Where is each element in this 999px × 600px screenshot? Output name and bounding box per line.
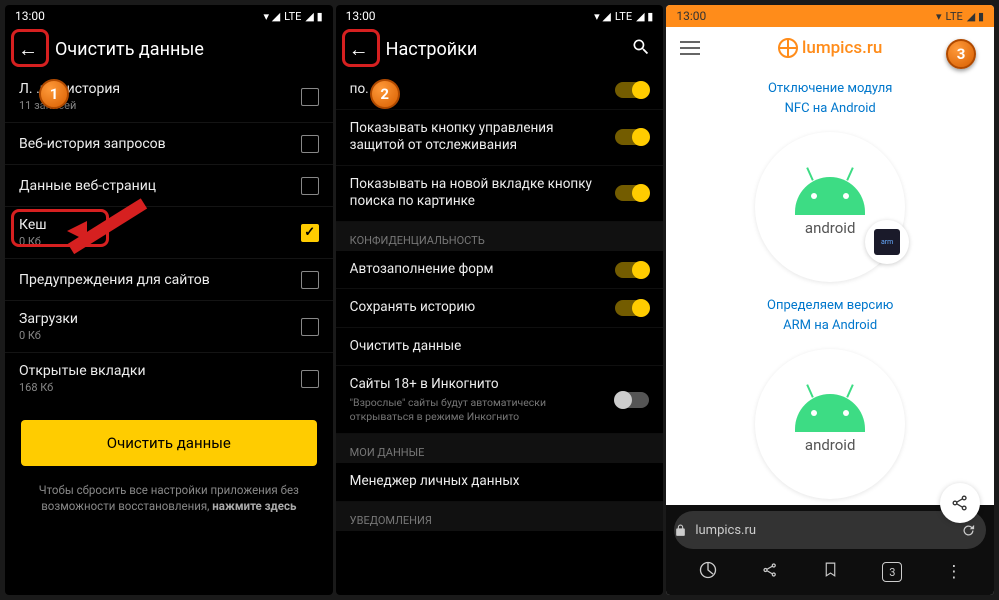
reload-icon[interactable] bbox=[961, 523, 976, 538]
item-downloads[interactable]: Загрузки0 Кб bbox=[5, 301, 333, 353]
status-time: 13:00 bbox=[15, 9, 45, 23]
item-autofill[interactable]: Автозаполнение форм bbox=[336, 251, 664, 290]
toggle[interactable] bbox=[615, 185, 649, 201]
article-link-nfc[interactable]: Отключение модуляNFC на Android bbox=[768, 79, 892, 118]
item-save-history[interactable]: Сохранять историю bbox=[336, 289, 664, 328]
page-title: Настройки bbox=[386, 39, 478, 60]
item-adult-incognito[interactable]: Сайты 18+ в Инкогнито"Взрослые" сайты бу… bbox=[336, 366, 664, 434]
checkbox[interactable] bbox=[301, 318, 319, 336]
clear-data-list: Л. .ная история11 записей Веб-история за… bbox=[5, 71, 333, 595]
toggle[interactable] bbox=[615, 300, 649, 316]
status-icons: ▾ ◢ LTE ◢ ▮ bbox=[263, 10, 322, 23]
back-button[interactable] bbox=[17, 38, 39, 60]
share-button[interactable] bbox=[940, 483, 980, 523]
android-icon bbox=[795, 177, 865, 215]
toggle[interactable] bbox=[615, 262, 649, 278]
screen-clear-data: 13:00 ▾ ◢ LTE ◢ ▮ Очистить данные Л. .на… bbox=[5, 5, 333, 595]
header: Очистить данные bbox=[5, 27, 333, 71]
item-personal-data[interactable]: Менеджер личных данных bbox=[336, 463, 664, 502]
article-card-2[interactable]: android bbox=[755, 349, 905, 499]
address-bar[interactable]: lumpics.ru bbox=[674, 511, 986, 549]
search-icon[interactable] bbox=[631, 37, 651, 62]
article-link-arm[interactable]: Определяем версиюARM на Android bbox=[767, 296, 893, 335]
reset-hint[interactable]: Чтобы сбросить все настройки приложения … bbox=[5, 482, 333, 514]
clear-data-button[interactable]: Очистить данные bbox=[21, 420, 317, 466]
page-content[interactable]: Отключение модуляNFC на Android android … bbox=[666, 69, 994, 505]
toggle[interactable] bbox=[615, 129, 649, 145]
checkbox[interactable] bbox=[301, 177, 319, 195]
item-site-warnings[interactable]: Предупреждения для сайтов bbox=[5, 259, 333, 301]
share-nav-icon[interactable] bbox=[761, 561, 779, 584]
status-time: 13:00 bbox=[676, 9, 706, 23]
item-tracking-button[interactable]: Показывать кнопку управления защитой от … bbox=[336, 110, 664, 166]
toggle[interactable] bbox=[615, 82, 649, 98]
item-webpage-data[interactable]: Данные веб-страниц bbox=[5, 165, 333, 207]
status-time: 13:00 bbox=[346, 9, 376, 23]
statusbar: 13:00 ▾ ◢ LTE ◢ ▮ bbox=[5, 5, 333, 27]
site-logo[interactable]: lumpics.ru bbox=[778, 38, 882, 58]
item-image-search[interactable]: Показывать на новой вкладке кнопку поиск… bbox=[336, 166, 664, 222]
address-host: lumpics.ru bbox=[695, 523, 756, 538]
more-icon[interactable]: ⋮ bbox=[945, 562, 962, 582]
page-title: Очистить данные bbox=[55, 39, 204, 60]
back-button[interactable] bbox=[348, 38, 370, 60]
status-icons: ▾ LTE ◢ ▮ bbox=[936, 10, 984, 23]
screen-browser: 13:00 ▾ LTE ◢ ▮ lumpics.ru Отключение мо… bbox=[666, 5, 994, 595]
item-web-history[interactable]: Веб-история запросов bbox=[5, 123, 333, 165]
annotation-badge-1: 1 bbox=[39, 79, 69, 109]
checkbox-checked[interactable] bbox=[301, 224, 319, 242]
header: Настройки bbox=[336, 27, 664, 71]
logo-icon bbox=[778, 38, 798, 58]
toggle-off[interactable] bbox=[615, 392, 649, 408]
site-header: lumpics.ru bbox=[666, 27, 994, 69]
bottom-nav: 3 ⋮ bbox=[666, 549, 994, 595]
lock-icon bbox=[674, 524, 687, 537]
checkbox[interactable] bbox=[301, 135, 319, 153]
checkbox[interactable] bbox=[301, 271, 319, 289]
article-card[interactable]: android arm bbox=[755, 132, 905, 282]
annotation-badge-3: 3 bbox=[946, 39, 976, 69]
chip-icon: arm bbox=[865, 220, 909, 264]
screen-settings: 13:00 ▾ ◢ LTE ◢ ▮ Настройки по. Показыва… bbox=[336, 5, 664, 595]
browser-chrome: lumpics.ru 3 ⋮ bbox=[666, 505, 994, 595]
status-icons: ▾ ◢ LTE ◢ ▮ bbox=[594, 10, 653, 23]
checkbox[interactable] bbox=[301, 370, 319, 388]
item-open-tabs[interactable]: Открытые вкладки168 Кб bbox=[5, 353, 333, 404]
statusbar: 13:00 ▾ ◢ LTE ◢ ▮ bbox=[336, 5, 664, 27]
settings-list: по. Показывать кнопку управления защитой… bbox=[336, 71, 664, 595]
menu-icon[interactable] bbox=[680, 41, 700, 55]
item-clear-data-link[interactable]: Очистить данные bbox=[336, 328, 664, 367]
statusbar: 13:00 ▾ LTE ◢ ▮ bbox=[666, 5, 994, 27]
section-mydata: МОИ ДАННЫЕ bbox=[336, 434, 664, 463]
bookmark-icon[interactable] bbox=[822, 561, 839, 583]
annotation-badge-2: 2 bbox=[370, 79, 400, 109]
android-icon bbox=[795, 394, 865, 432]
tabs-button[interactable]: 3 bbox=[882, 562, 902, 582]
home-icon[interactable] bbox=[698, 560, 718, 585]
checkbox[interactable] bbox=[301, 88, 319, 106]
section-notifications: УВЕДОМЛЕНИЯ bbox=[336, 502, 664, 531]
section-privacy: КОНФИДЕНЦИАЛЬНОСТЬ bbox=[336, 222, 664, 251]
item-cache[interactable]: Кеш0 Кб bbox=[5, 207, 333, 259]
